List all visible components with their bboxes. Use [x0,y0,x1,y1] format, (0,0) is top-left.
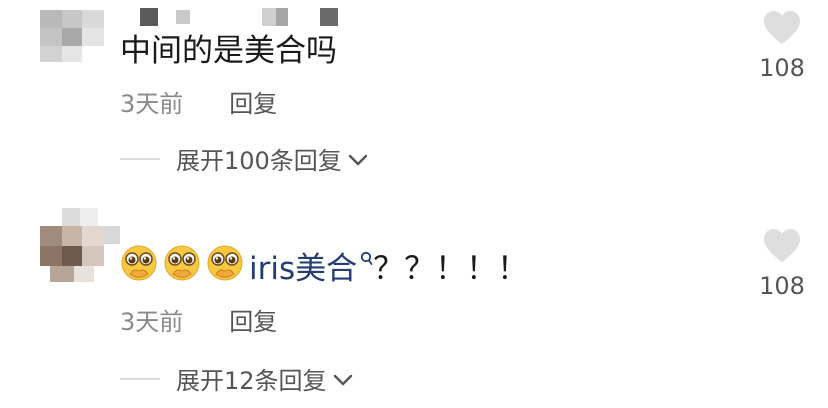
mention-link[interactable]: iris美合 [249,251,357,287]
pleading-face-emoji [206,244,244,292]
heart-icon [754,10,810,50]
heart-icon [754,228,810,268]
pleading-face-emoji [120,244,158,292]
like-count: 108 [759,54,805,82]
reply-button[interactable]: 回复 [229,308,277,336]
like-count: 108 [759,272,805,300]
chevron-down-icon [333,365,353,393]
comment-text: 中间的是美合吗 [120,33,337,69]
expand-replies-label: 展开12条回复 [176,367,327,395]
comment-item: iris美合 ？？！！！ 3天前 回复 展开12条回复 108 [0,204,828,408]
timestamp: 3天前 [120,308,184,336]
username-censored[interactable] [140,8,340,28]
comment-text: iris美合 ？？！！！ [120,245,529,292]
chevron-down-icon [348,145,368,173]
timestamp: 3天前 [120,90,184,118]
expand-replies-button[interactable]: 展开100条回复 [120,141,368,176]
comment-meta: 3天前 回复 [120,302,277,337]
reply-button[interactable]: 回复 [229,90,277,118]
comment-meta: 3天前 回复 [120,84,277,119]
comment-item: 中间的是美合吗 3天前 回复 展开100条回复 108 [0,0,828,204]
divider-line [120,157,160,160]
pleading-face-emoji [163,244,201,292]
avatar[interactable] [40,10,104,62]
avatar[interactable] [40,226,104,282]
divider-line [120,377,160,380]
like-button[interactable]: 108 [754,10,810,82]
comment-text-suffix: ？？！！！ [373,251,529,287]
expand-replies-button[interactable]: 展开12条回复 [120,361,353,396]
expand-replies-label: 展开100条回复 [176,147,342,175]
search-icon[interactable] [359,251,373,269]
like-button[interactable]: 108 [754,228,810,300]
